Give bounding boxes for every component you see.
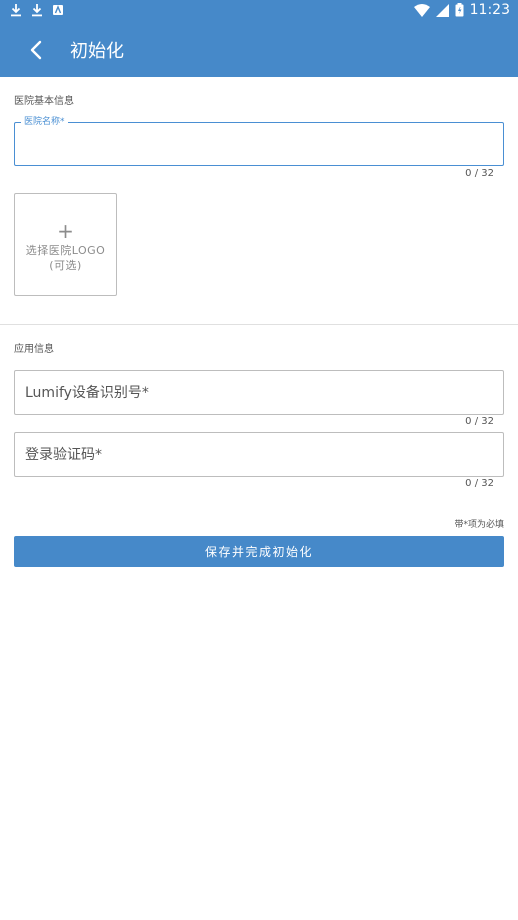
- signal-icon: [435, 3, 449, 17]
- save-and-finish-button[interactable]: 保存并完成初始化: [14, 536, 504, 567]
- select-logo-button[interactable]: + 选择医院LOGO (可选): [14, 193, 117, 296]
- chevron-left-icon: [30, 40, 42, 60]
- page-title: 初始化: [70, 41, 124, 62]
- login-code-input[interactable]: [15, 433, 503, 476]
- status-bar: 11:23: [0, 0, 518, 22]
- download-icon: [11, 4, 21, 17]
- hospital-name-field[interactable]: 医院名称*: [14, 117, 504, 166]
- download-icon: [32, 4, 42, 17]
- select-logo-label: 选择医院LOGO: [25, 243, 106, 257]
- hospital-name-counter: 0 / 32: [465, 168, 494, 179]
- login-code-counter: 0 / 32: [465, 478, 494, 489]
- plus-icon: +: [57, 218, 74, 243]
- device-id-counter: 0 / 32: [465, 416, 494, 427]
- section-divider: [0, 324, 518, 325]
- back-button[interactable]: [18, 32, 54, 68]
- device-id-field[interactable]: [14, 370, 504, 415]
- hospital-section-title: 医院基本信息: [14, 96, 74, 107]
- status-time: 11:23: [469, 2, 510, 18]
- app-icon: [53, 5, 63, 15]
- status-left-icons: [10, 3, 64, 17]
- select-logo-optional: (可选): [49, 258, 82, 272]
- hospital-name-label: 医院名称*: [21, 117, 68, 128]
- login-code-field[interactable]: [14, 432, 504, 477]
- device-id-input[interactable]: [15, 371, 503, 414]
- app-section-title: 应用信息: [14, 344, 54, 355]
- status-right: 11:23: [413, 2, 510, 18]
- required-note: 带*项为必填: [454, 520, 504, 530]
- app-bar: 初始化: [0, 22, 518, 77]
- hospital-name-input[interactable]: [15, 123, 503, 165]
- wifi-icon: [413, 3, 430, 17]
- battery-icon: [455, 3, 464, 17]
